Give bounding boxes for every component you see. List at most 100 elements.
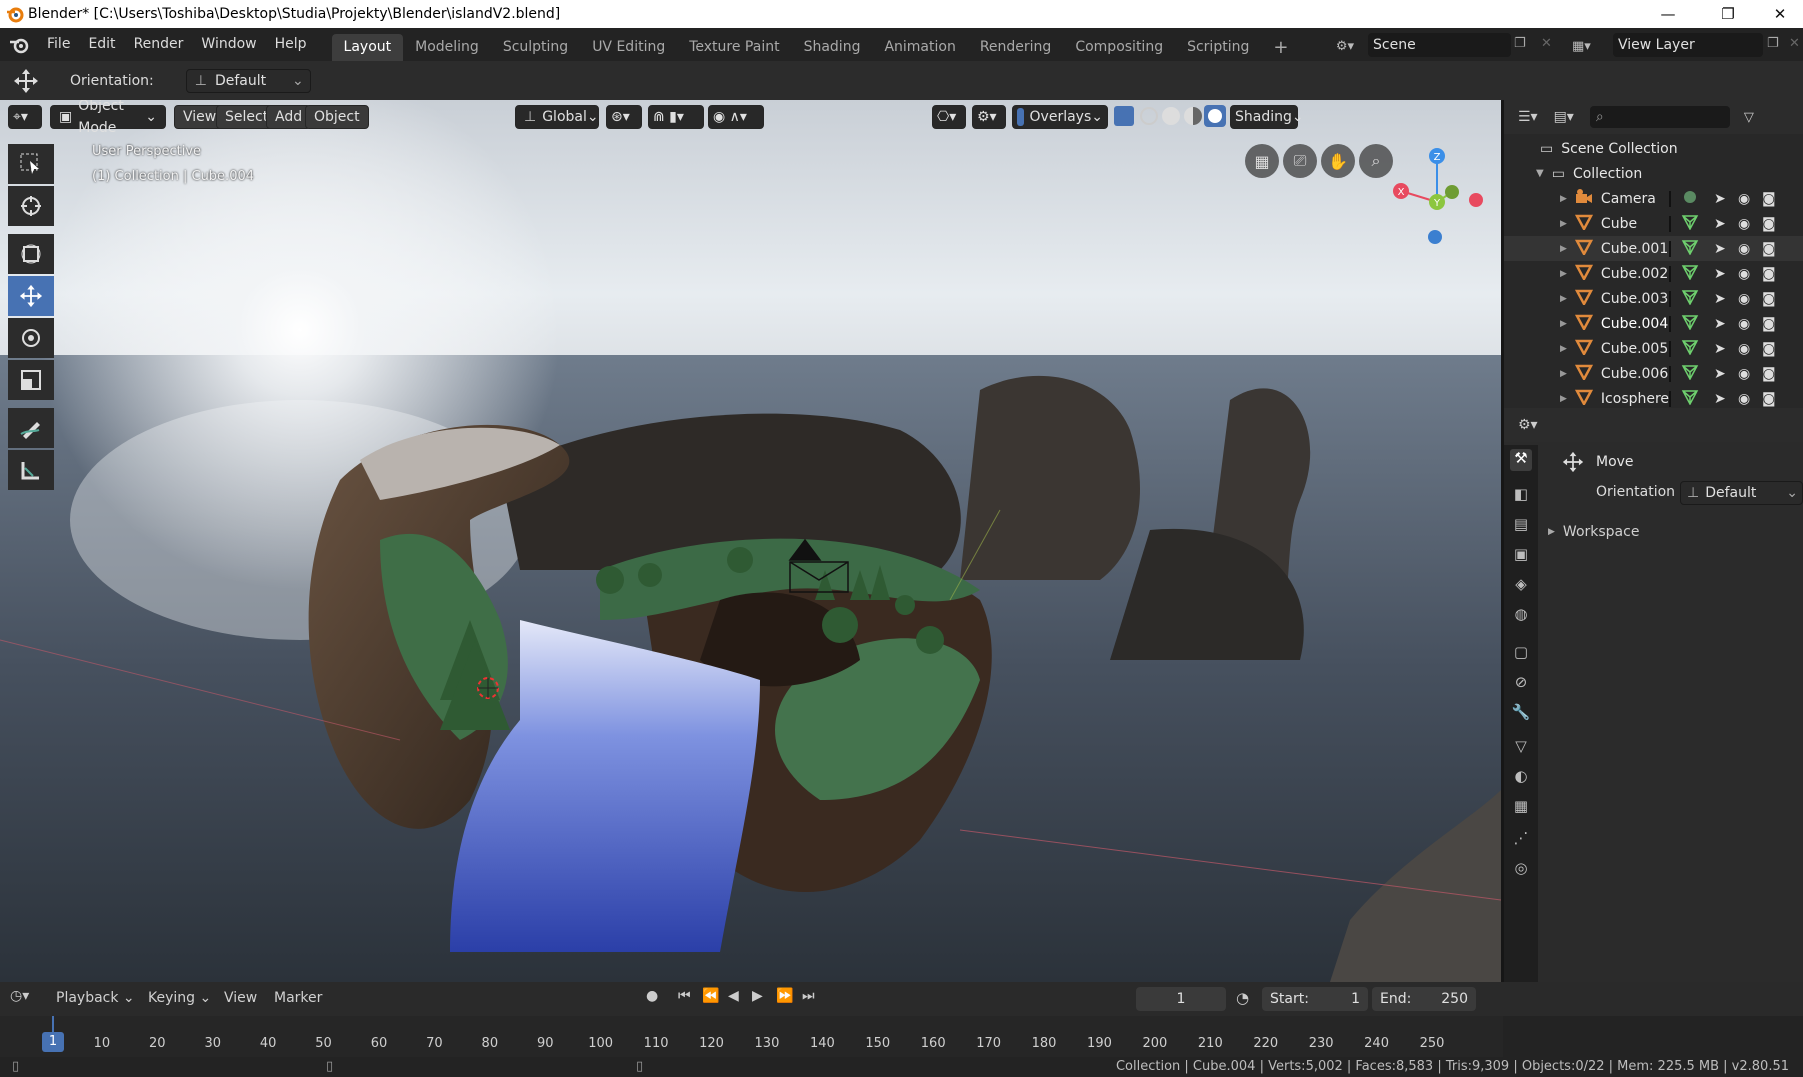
mesh-data-icon[interactable] [1681, 314, 1699, 334]
timeline-menu-view[interactable]: View [224, 990, 257, 1006]
mesh-data-icon[interactable] [1681, 264, 1699, 284]
camera-view-icon[interactable]: ⎚ [1283, 144, 1317, 178]
outliner-item[interactable]: ▶ Cube.005 ➤ ◉ ◙ [1504, 336, 1803, 361]
physics-tab-icon[interactable]: ◎ [1510, 859, 1532, 881]
toggle-perspective-icon[interactable]: ▦ [1245, 144, 1279, 178]
expand-triangle-icon[interactable]: ▶ [1560, 394, 1567, 404]
view-layer-field[interactable]: View Layer [1613, 33, 1763, 57]
workspace-panel-header[interactable]: ▶ Workspace [1548, 524, 1639, 540]
expand-triangle-icon[interactable]: ▶ [1560, 194, 1567, 204]
object-type-visibility-icon[interactable]: ⎔▾ [932, 105, 966, 129]
object-data-tab-icon[interactable]: ▽ [1510, 737, 1532, 759]
world-tab-icon[interactable]: ◍ [1510, 605, 1532, 627]
render-camera-icon[interactable]: ◙ [1762, 291, 1776, 307]
menu-file[interactable]: File [38, 28, 79, 61]
play-reverse-icon[interactable]: ◀ [728, 988, 739, 1004]
close-window-button[interactable]: ✕ [1757, 0, 1803, 28]
camera-data-icon[interactable] [1681, 189, 1699, 209]
tab-layout[interactable]: Layout [331, 34, 404, 61]
visibility-eye-icon[interactable]: ◉ [1738, 366, 1750, 382]
outliner-editor-type-icon[interactable]: ☰▾ [1518, 109, 1538, 125]
selectable-arrow-icon[interactable]: ➤ [1714, 341, 1726, 357]
display-mode-icon[interactable]: ▤▾ [1554, 109, 1574, 125]
properties-orientation-dropdown[interactable]: ⊥ Default ⌄ [1680, 481, 1803, 505]
filter-icon[interactable]: ▽ [1744, 110, 1754, 125]
timeline-menu-marker[interactable]: Marker [274, 990, 322, 1006]
mesh-data-icon[interactable] [1681, 214, 1699, 234]
scene-remove-icon[interactable]: ✕ [1541, 36, 1561, 56]
mesh-data-icon[interactable] [1681, 239, 1699, 259]
start-frame-field[interactable]: Start: 1 [1262, 987, 1368, 1011]
outliner-item[interactable]: ▶ Camera ➤ ◉ ◙ [1504, 186, 1803, 211]
preview-range-clock-icon[interactable]: ◔ [1236, 989, 1249, 1007]
blender-menu-icon[interactable] [0, 36, 38, 54]
wireframe-shading-icon[interactable] [1140, 107, 1158, 125]
view-layer-remove-icon[interactable]: ✕ [1789, 36, 1803, 51]
view-layer-tab-icon[interactable]: ▣ [1510, 545, 1532, 567]
properties-editor-type-icon[interactable]: ⚙▾ [1518, 417, 1538, 433]
render-camera-icon[interactable]: ◙ [1762, 341, 1776, 357]
render-camera-icon[interactable]: ◙ [1762, 316, 1776, 332]
pan-view-icon[interactable]: ✋ [1321, 144, 1355, 178]
mesh-data-icon[interactable] [1681, 389, 1699, 409]
expand-triangle-icon[interactable]: ▶ [1560, 219, 1567, 229]
pivot-point-icon[interactable]: ⊛▾ [606, 105, 642, 129]
cursor-tool[interactable] [8, 186, 54, 226]
3d-viewport[interactable]: ⌖▾ ▣ Object Mode ⌄ View Select Add Objec… [0, 100, 1501, 982]
proportional-edit-icon[interactable]: ◉ ∧▾ [708, 105, 764, 129]
xray-toggle-icon[interactable] [1114, 106, 1134, 126]
select-box-tool[interactable] [8, 144, 54, 184]
end-frame-field[interactable]: End: 250 [1372, 987, 1476, 1011]
expand-triangle-icon[interactable]: ▶ [1560, 319, 1567, 329]
material-tab-icon[interactable]: ◐ [1510, 767, 1532, 789]
outliner-item[interactable]: ▶ Cube.004 ➤ ◉ ◙ [1504, 311, 1803, 336]
scene-field[interactable]: Scene [1368, 33, 1511, 57]
menu-window[interactable]: Window [192, 28, 265, 61]
tab-uv-editing[interactable]: UV Editing [580, 34, 677, 61]
texture-tab-icon[interactable]: ▦ [1510, 797, 1532, 819]
tab-scripting[interactable]: Scripting [1175, 34, 1261, 61]
render-camera-icon[interactable]: ◙ [1762, 391, 1776, 407]
selectable-arrow-icon[interactable]: ➤ [1714, 241, 1726, 257]
scene-selector-icon[interactable]: ⚙▾ [1325, 34, 1365, 58]
current-frame-field[interactable]: 1 [1136, 987, 1226, 1011]
tab-animation[interactable]: Animation [872, 34, 967, 61]
selectable-arrow-icon[interactable]: ➤ [1714, 316, 1726, 332]
outliner-item[interactable]: ▶ Cube.001 ➤ ◉ ◙ [1504, 236, 1803, 261]
selectable-arrow-icon[interactable]: ➤ [1714, 216, 1726, 232]
particles-tab-icon[interactable]: ⋰ [1510, 829, 1532, 851]
visibility-eye-icon[interactable]: ◉ [1738, 191, 1750, 207]
timeline-menu-playback[interactable]: Playback ⌄ [56, 990, 135, 1006]
playhead-frame-indicator[interactable]: 1 [42, 1032, 64, 1052]
maximize-button[interactable]: ❐ [1705, 0, 1751, 28]
add-workspace-button[interactable]: + [1261, 34, 1300, 61]
render-camera-icon[interactable]: ◙ [1762, 266, 1776, 282]
render-camera-icon[interactable]: ◙ [1762, 191, 1776, 207]
tab-compositing[interactable]: Compositing [1063, 34, 1175, 61]
orientation-dropdown[interactable]: ⊥ Default ⌄ [185, 68, 311, 93]
selectable-arrow-icon[interactable]: ➤ [1714, 291, 1726, 307]
selectable-arrow-icon[interactable]: ➤ [1714, 391, 1726, 407]
tab-texture-paint[interactable]: Texture Paint [677, 34, 791, 61]
mesh-data-icon[interactable] [1681, 339, 1699, 359]
shading-dropdown[interactable]: Shading ⌄ [1230, 105, 1304, 129]
render-camera-icon[interactable]: ◙ [1762, 216, 1776, 232]
outliner-item[interactable]: ▶ Cube.002 ➤ ◉ ◙ [1504, 261, 1803, 286]
jump-start-icon[interactable]: ⏮ [678, 988, 691, 1004]
jump-end-icon[interactable]: ⏭ [802, 988, 815, 1004]
rendered-shading-icon[interactable] [1204, 105, 1226, 127]
menu-help[interactable]: Help [266, 28, 316, 61]
measure-tool[interactable] [8, 450, 54, 490]
view-layer-selector-icon[interactable]: ▦▾ [1572, 34, 1610, 58]
view-layer-new-icon[interactable]: ❐ [1767, 36, 1787, 51]
scale-tool[interactable] [8, 360, 54, 400]
selectable-arrow-icon[interactable]: ➤ [1714, 266, 1726, 282]
visibility-eye-icon[interactable]: ◉ [1738, 316, 1750, 332]
outliner-collection[interactable]: ▼ ▭ Collection [1504, 161, 1803, 186]
object-tab-icon[interactable]: ▢ [1510, 643, 1532, 665]
mesh-data-icon[interactable] [1681, 364, 1699, 384]
gizmo-toggle-icon[interactable]: ⚙▾ [972, 105, 1006, 129]
expand-triangle-icon[interactable]: ▶ [1560, 344, 1567, 354]
scene-new-icon[interactable]: ❐ [1514, 36, 1534, 56]
visibility-eye-icon[interactable]: ◉ [1738, 266, 1750, 282]
